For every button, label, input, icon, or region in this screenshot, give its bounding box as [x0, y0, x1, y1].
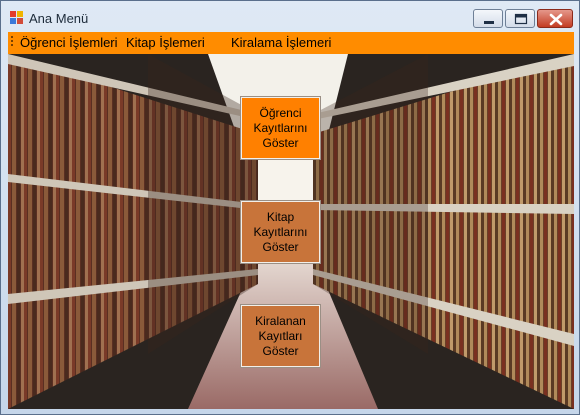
maximize-button[interactable] — [505, 9, 535, 28]
close-button[interactable] — [537, 9, 573, 28]
menu-item-ogrenci-islemleri[interactable]: Öğrenci İşlemleri — [20, 35, 118, 51]
app-icon — [10, 11, 23, 24]
menu-grip-icon[interactable] — [11, 36, 14, 50]
minimize-icon — [484, 21, 494, 24]
show-book-records-button[interactable]: Kitap Kayıtlarını Göster — [241, 201, 320, 263]
title-bar[interactable]: Ana Menü — [1, 1, 579, 31]
maximize-icon — [514, 13, 528, 25]
main-window: Ana Menü Öğrenci İşlemleri Kitap İşlemer… — [0, 0, 580, 415]
menu-bar: Öğrenci İşlemleri Kitap İşlemeri Kiralam… — [8, 32, 574, 54]
show-student-records-button[interactable]: Öğrenci Kayıtlarını Göster — [241, 97, 320, 159]
window-title: Ana Menü — [29, 11, 89, 26]
menu-item-kitap-islemeri[interactable]: Kitap İşlemeri — [126, 35, 205, 51]
close-icon — [549, 13, 563, 26]
menu-item-kiralama-islemeri[interactable]: Kiralama İşlemeri — [231, 35, 331, 51]
minimize-button[interactable] — [473, 9, 503, 28]
client-area: Öğrenci İşlemleri Kitap İşlemeri Kiralam… — [8, 32, 574, 409]
show-rental-records-button[interactable]: Kiralanan Kayıtları Göster — [241, 305, 320, 367]
